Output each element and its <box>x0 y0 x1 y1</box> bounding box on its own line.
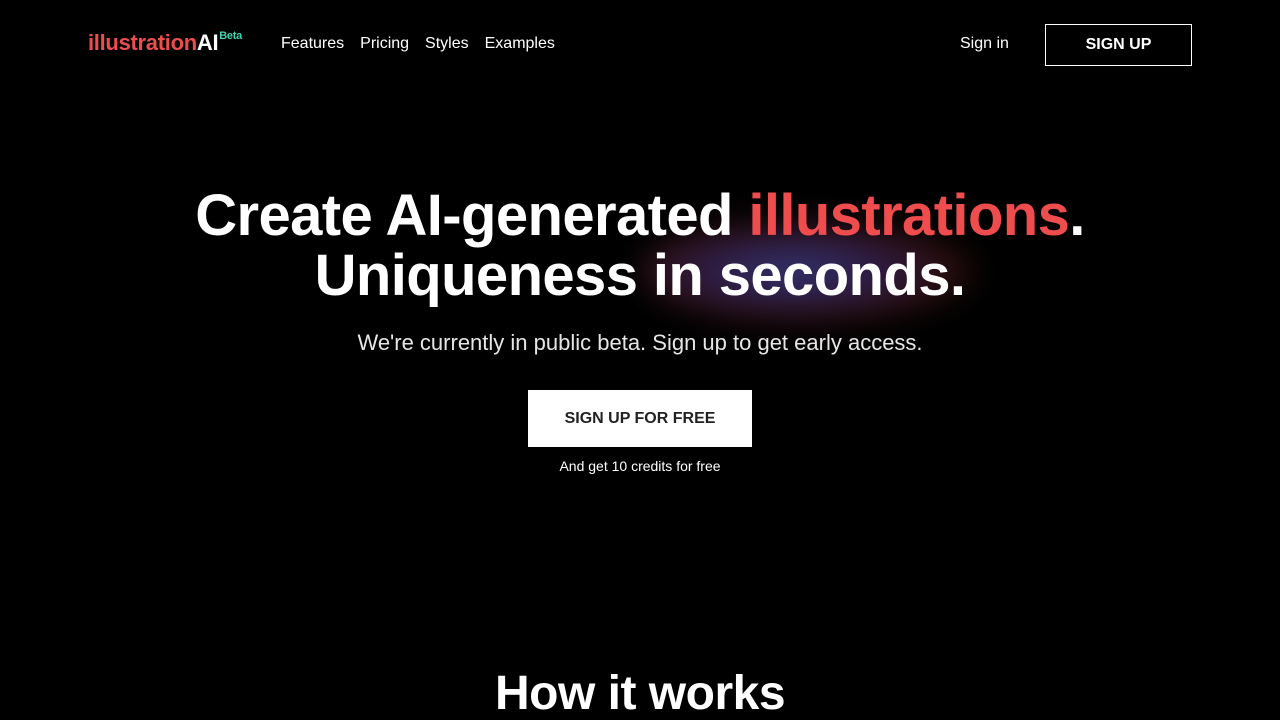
hero-subtitle: We're currently in public beta. Sign up … <box>357 330 923 355</box>
cta-note: And get 10 credits for free <box>559 458 721 474</box>
hero-title-line-1: Create AI-generated illustrations. <box>0 186 1280 246</box>
logo-word-ai: AI <box>196 30 219 55</box>
sign-up-button[interactable]: SIGN UP <box>1045 24 1192 66</box>
logo[interactable]: illustrationAIBeta <box>88 30 242 56</box>
nav-link-features[interactable]: Features <box>281 35 344 53</box>
nav-link-pricing[interactable]: Pricing <box>360 35 409 53</box>
hero-title-accent: illustrations <box>748 183 1070 248</box>
logo-word-illustration: illustration <box>88 30 197 55</box>
how-it-works-heading: How it works <box>494 667 786 720</box>
landing-page: illustrationAIBeta Features Pricing Styl… <box>0 0 1280 720</box>
sign-in-link[interactable]: Sign in <box>960 35 1009 53</box>
hero-title-prefix: Create AI-generated <box>195 183 749 248</box>
sign-up-for-free-button[interactable]: SIGN UP FOR FREE <box>528 390 752 447</box>
hero-title: Create AI-generated illustrations. Uniqu… <box>0 186 1280 306</box>
hero-title-suffix: . <box>1069 183 1085 248</box>
beta-badge: Beta <box>219 30 242 42</box>
main-nav: Features Pricing Styles Examples <box>281 35 555 53</box>
nav-link-styles[interactable]: Styles <box>425 35 469 53</box>
hero-title-line-2: Uniqueness in seconds. <box>314 243 966 308</box>
nav-link-examples[interactable]: Examples <box>485 35 555 53</box>
